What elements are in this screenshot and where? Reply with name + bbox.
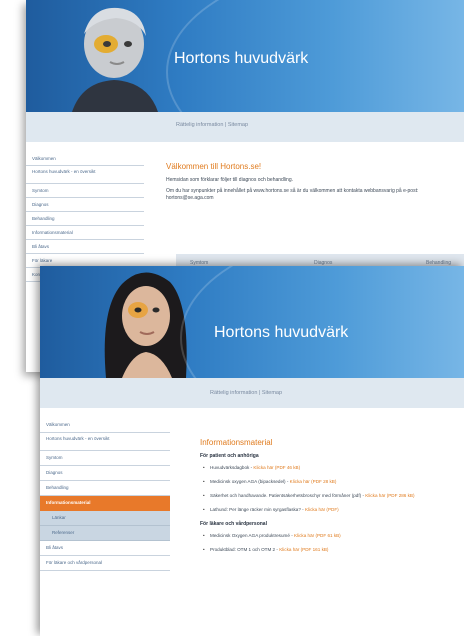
page-title: Informationsmaterial [200, 438, 273, 447]
site-title: Hortons huvudvärk [174, 50, 309, 67]
sidebar-item[interactable]: Behandling [40, 481, 170, 496]
top-navigation: Rättelig information | Sitemap [40, 378, 464, 408]
download-link[interactable]: Klicka här (PDF 46 kB) [253, 465, 300, 470]
sidebar-item[interactable]: Välkommen [40, 418, 170, 433]
list-item: Medicinsk oxygen AGA (bipacksedel) - Kli… [203, 479, 460, 485]
list-item: Medicinsk Oxygen AGA produktresumé - Kli… [203, 533, 460, 539]
sidebar-item[interactable]: Symtom [40, 451, 170, 466]
list-item: Huvudvärksdagbok - Klicka här (PDF 46 kB… [203, 465, 460, 471]
list-item-text: Medicinsk oxygen AGA (bipacksedel) - [210, 479, 290, 484]
sidebar-item[interactable]: Bli åtavs [40, 541, 170, 556]
header-banner: Hortons huvudvärk [26, 0, 464, 112]
list-item: Säkerhet och handhavande. Patientsäkerhe… [203, 493, 460, 499]
patient-material-list: Huvudvärksdagbok - Klicka här (PDF 46 kB… [200, 465, 460, 513]
download-link[interactable]: Klicka här (PDF 61 kB) [294, 533, 341, 538]
list-item-text: Medicinsk Oxygen AGA produktresumé - [210, 533, 294, 538]
main-content: Välkommen till Hortons.se! Hemsidan som … [166, 162, 454, 206]
top-navigation: Rättelig information | Sitemap [26, 112, 464, 142]
download-link[interactable]: Klicka här (PDF 286 kB) [365, 493, 414, 498]
topnav-links[interactable]: Rättelig information | Sitemap [210, 390, 282, 396]
section-heading-patient: För patient och anhöriga [200, 453, 259, 459]
sidebar-item[interactable]: Informationsmaterial [40, 496, 170, 511]
download-link[interactable]: Klicka här (PDF 28 kB) [290, 479, 337, 484]
professional-material-list: Medicinsk Oxygen AGA produktresumé - Kli… [200, 533, 460, 553]
sidebar: Välkommen Hortons huvudvärk - en översikt… [40, 418, 170, 571]
sidebar-item[interactable]: För läkare och vårdpersonal [40, 556, 170, 571]
list-item-text: Säkerhet och handhavande. Patientsäkerhe… [210, 493, 366, 498]
section-heading-lakare: För läkare och vårdpersonal [200, 521, 267, 527]
header-banner: Hortons huvudvärk [40, 266, 464, 378]
sidebar-item[interactable]: Hortons huvudvärk - en översikt [40, 433, 170, 451]
site-title: Hortons huvudvärk [214, 324, 349, 341]
list-item-text: Produktblad: OTM 1 och OTM 2 - [210, 547, 280, 552]
main-content: Informationsmaterial För patient och anh… [200, 438, 460, 561]
sidebar-item[interactable]: Diagnos [40, 466, 170, 481]
sidebar-item-symtom[interactable]: Symtom [26, 184, 144, 198]
portrait-woman-image [104, 272, 187, 378]
screenshot-front: Hortons huvudvärk Rättelig information |… [40, 266, 464, 636]
sidebar-item-bli-atavs[interactable]: Bli åtavs [26, 240, 144, 254]
sidebar: Välkommen Hortons huvudvärk - en översik… [26, 152, 144, 282]
page-title: Välkommen till Hortons.se! [166, 162, 262, 171]
list-item-text: Huvudvärksdagbok - [210, 465, 254, 470]
sidebar-item-oversikt[interactable]: Hortons huvudvärk - en översikt [26, 166, 144, 184]
list-item: Produktblad: OTM 1 och OTM 2 - Klicka hä… [203, 547, 460, 553]
sidebar-item-diagnos[interactable]: Diagnos [26, 198, 144, 212]
sidebar-item-valkommen[interactable]: Välkommen [26, 152, 144, 166]
download-link[interactable]: Klicka här (PDF) [305, 507, 339, 512]
topnav-links[interactable]: Rättelig information | Sitemap [176, 122, 248, 128]
intro-text: Hemsidan som förklarar följer till diagn… [166, 177, 294, 183]
portrait-man-image [72, 7, 158, 112]
list-item-text: Lathund: Per länge räcker min syrgasflas… [210, 507, 305, 512]
sidebar-item-behandling[interactable]: Behandling [26, 212, 144, 226]
contact-text: Om du har synpunkter på innehållet på ww… [166, 188, 419, 201]
sidebar-item[interactable]: Länkar [40, 511, 170, 526]
list-item: Lathund: Per länge räcker min syrgasflas… [203, 507, 460, 513]
download-link[interactable]: Klicka här (PDF 161 kB) [279, 547, 328, 552]
sidebar-item-informationsmaterial[interactable]: Informationsmaterial [26, 226, 144, 240]
sidebar-item[interactable]: Referenser [40, 526, 170, 541]
